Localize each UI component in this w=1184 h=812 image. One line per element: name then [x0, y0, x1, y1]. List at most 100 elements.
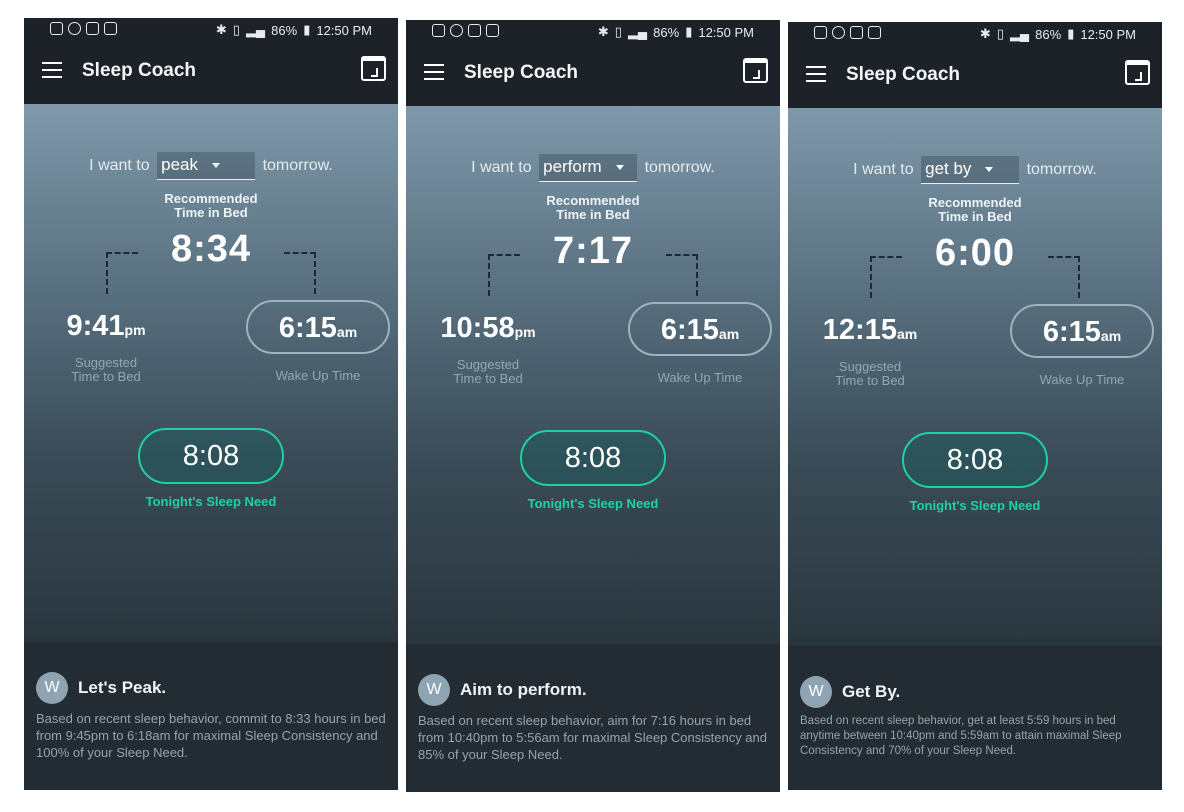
- bedtime-label-line-2: Time to Bed: [453, 371, 523, 386]
- bluetooth-icon: ✱: [215, 22, 227, 37]
- calendar-icon[interactable]: [361, 56, 386, 81]
- status-bar: ✱ ▯ ▂▄ 86% ▮ 12:50 PM: [406, 20, 780, 44]
- avatar: W: [800, 676, 832, 708]
- recommended-label-line-1: Recommended: [164, 191, 258, 206]
- caret-down-icon: [985, 167, 994, 173]
- recommended-label-line-2: Time in Bed: [556, 207, 630, 222]
- message-body: Based on recent sleep behavior, aim for …: [418, 713, 768, 762]
- wake-time: 6:15am: [628, 314, 772, 347]
- signal-icon: ▂▄: [1009, 26, 1030, 41]
- sleep-need-button[interactable]: 8:08: [902, 432, 1048, 488]
- goal-dropdown[interactable]: get by: [921, 156, 1020, 184]
- notification-icons: [432, 24, 499, 37]
- app-bar: Sleep Coach: [406, 44, 780, 106]
- sleep-need-button[interactable]: 8:08: [138, 428, 284, 484]
- linkedin-icon: [86, 22, 99, 35]
- bedtime-suffix: pm: [124, 322, 146, 338]
- calendar-icon[interactable]: [743, 58, 768, 83]
- signal-icon: ▂▄: [245, 22, 266, 37]
- bedtime-suffix: pm: [514, 324, 536, 340]
- message-title: Aim to perform.: [460, 680, 587, 699]
- vibrate-icon: ▯: [996, 26, 1004, 41]
- instagram-icon: [50, 22, 63, 35]
- wake-label: Wake Up Time: [275, 368, 361, 383]
- battery-icon: ▮: [303, 22, 311, 37]
- goal-sentence: I want to peak tomorrow.: [24, 152, 398, 180]
- at-icon: [68, 22, 81, 35]
- bedtime-label-line-2: Time to Bed: [835, 373, 905, 388]
- coach-message-card: W Let's Peak. Based on recent sleep beha…: [24, 642, 398, 790]
- bluetooth-icon: ✱: [597, 24, 609, 39]
- wake-suffix: am: [718, 326, 740, 342]
- recommended-label-line-1: Recommended: [928, 195, 1022, 210]
- message-title: Get By.: [842, 682, 901, 701]
- activity-icon: [104, 22, 117, 35]
- suggested-bedtime: 12:15am: [788, 314, 952, 347]
- bedtime-label-line-1: Suggested: [74, 355, 138, 370]
- calendar-icon[interactable]: [1125, 60, 1150, 85]
- connector-right: [666, 254, 698, 296]
- instagram-icon: [432, 24, 445, 37]
- goal-selected-value: get by: [925, 159, 972, 178]
- goal-selected-value: perform: [543, 157, 602, 176]
- battery-percent: 86%: [271, 22, 298, 38]
- menu-icon[interactable]: [42, 62, 62, 78]
- menu-icon[interactable]: [806, 66, 826, 82]
- caret-down-icon: [615, 165, 624, 171]
- message-body: Based on recent sleep behavior, get at l…: [800, 715, 1122, 757]
- wake-time: 6:15am: [1010, 316, 1154, 349]
- recommended-label: Recommended Time in Bed: [788, 196, 1162, 224]
- battery-icon: ▮: [1067, 26, 1075, 41]
- recommended-label-line-2: Time in Bed: [938, 209, 1012, 224]
- wake-value: 6:15: [278, 312, 337, 344]
- goal-prefix: I want to: [89, 157, 150, 174]
- bedtime-label-line-1: Suggested: [838, 359, 902, 374]
- goal-suffix: tomorrow.: [644, 159, 715, 176]
- sleep-need-label: Tonight's Sleep Need: [909, 498, 1041, 513]
- caret-down-icon: [211, 163, 220, 169]
- clock: 12:50 PM: [316, 22, 372, 38]
- recommended-time: 6:00: [934, 232, 1016, 274]
- goal-dropdown[interactable]: peak: [157, 152, 256, 180]
- avatar: W: [418, 674, 450, 706]
- activity-icon: [486, 24, 499, 37]
- suggested-bedtime: 9:41pm: [24, 310, 188, 343]
- battery-percent: 86%: [653, 24, 680, 40]
- bedtime-label-line-2: Time to Bed: [71, 369, 141, 384]
- app-bar: Sleep Coach: [24, 42, 398, 104]
- wake-label: Wake Up Time: [1039, 372, 1125, 387]
- bluetooth-icon: ✱: [979, 26, 991, 41]
- signal-icon: ▂▄: [627, 24, 648, 39]
- battery-percent: 86%: [1035, 26, 1062, 42]
- sleep-coach-panel: I want to peak tomorrow. Recommended Tim…: [24, 104, 398, 642]
- goal-prefix: I want to: [853, 161, 914, 178]
- app-title: Sleep Coach: [82, 60, 197, 81]
- goal-suffix: tomorrow.: [262, 157, 333, 174]
- goal-dropdown[interactable]: perform: [539, 154, 638, 182]
- recommended-label: Recommended Time in Bed: [406, 194, 780, 222]
- recommended-label-line-2: Time in Bed: [174, 205, 248, 220]
- system-icons: ✱ ▯ ▂▄ 86% ▮ 12:50 PM: [216, 22, 372, 38]
- connector-right: [1048, 256, 1080, 298]
- coach-message-card: W Aim to perform. Based on recent sleep …: [406, 644, 780, 792]
- connector-left: [488, 254, 520, 296]
- message-body: Based on recent sleep behavior, commit t…: [36, 711, 386, 760]
- menu-icon[interactable]: [424, 64, 444, 80]
- clock: 12:50 PM: [698, 24, 754, 40]
- system-icons: ✱ ▯ ▂▄ 86% ▮ 12:50 PM: [980, 26, 1136, 42]
- suggested-bedtime: 10:58pm: [406, 312, 570, 345]
- sleep-need-button[interactable]: 8:08: [520, 430, 666, 486]
- battery-icon: ▮: [685, 24, 693, 39]
- recommended-label: Recommended Time in Bed: [24, 192, 398, 220]
- status-bar: ✱ ▯ ▂▄ 86% ▮ 12:50 PM: [24, 18, 398, 42]
- app-title: Sleep Coach: [846, 64, 961, 85]
- bedtime-label: Suggested Time to Bed: [406, 358, 570, 386]
- wake-value: 6:15: [1042, 316, 1101, 348]
- goal-prefix: I want to: [471, 159, 532, 176]
- phone-screen-perform: ✱ ▯ ▂▄ 86% ▮ 12:50 PM Sleep Coach I want…: [406, 20, 780, 792]
- connector-left: [106, 252, 138, 294]
- wake-time: 6:15am: [246, 312, 390, 345]
- recommended-time: 7:17: [552, 230, 634, 272]
- coach-message-card: W Get By. Based on recent sleep behavior…: [788, 646, 1162, 790]
- sleep-coach-panel: I want to perform tomorrow. Recommended …: [406, 106, 780, 644]
